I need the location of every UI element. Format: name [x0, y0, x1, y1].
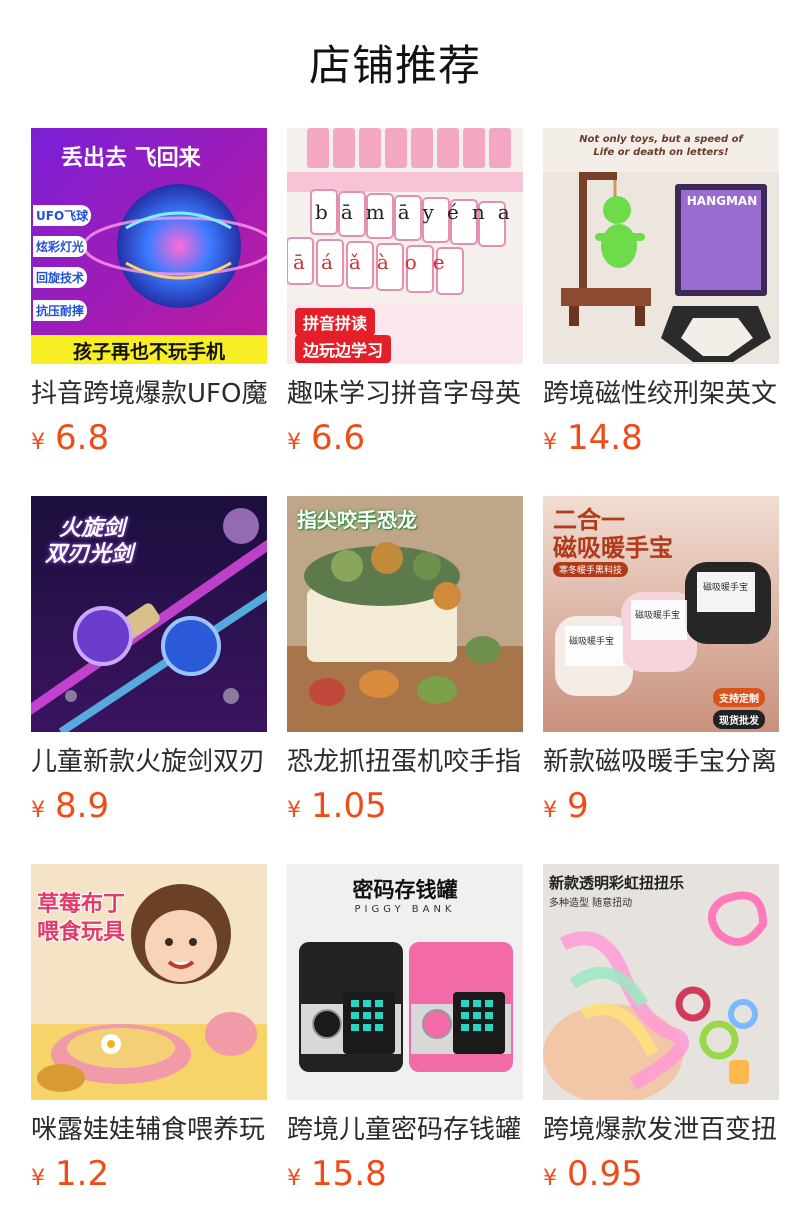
feature-tag: 回旋技术: [33, 267, 88, 288]
product-price: ¥6.6: [287, 416, 365, 460]
image-tag: 边玩边学习: [295, 335, 392, 363]
image-headline: 新款透明彩虹扭扭乐: [549, 874, 685, 892]
product-image[interactable]: 新款透明彩虹扭扭乐 多种造型 随意扭动: [543, 864, 779, 1100]
price-value: 6.6: [311, 418, 366, 458]
tile-letter: ǎ: [348, 250, 377, 274]
page-title: 店铺推荐: [308, 41, 481, 90]
product-card[interactable]: 火旋剑 双刃光剑 儿童新款火旋剑双刃 ¥8.9: [31, 496, 267, 864]
pinyin-tile-letters: āáǎàoe: [293, 250, 513, 274]
image-subtitle: 多种造型 随意扭动: [549, 898, 633, 909]
tile-letter: o: [404, 250, 433, 274]
tile-letter: ai: [497, 200, 523, 224]
feature-tag: 抗压耐摔: [33, 300, 88, 321]
tile-letter: ā: [293, 250, 321, 274]
shop-recommendation-page: 店铺推荐 丢出去 飞回来 UFO飞球 炫彩灯光 回旋技术 抗压耐摔 孩子再也不玩…: [0, 0, 790, 1232]
tile-letter: n: [471, 200, 498, 224]
image-headline: 磁吸暖手宝: [553, 534, 673, 562]
product-name[interactable]: 跨境儿童密码存钱罐: [287, 1110, 523, 1150]
product-price: ¥6.8: [31, 416, 109, 460]
tile-letter: é: [446, 200, 472, 224]
product-name[interactable]: 新款磁吸暖手宝分离: [543, 742, 779, 782]
tile-letter: b: [315, 200, 341, 224]
product-card[interactable]: 新款透明彩虹扭扭乐 多种造型 随意扭动 跨境爆款发泄百变扭 ¥0.95: [543, 864, 779, 1232]
currency-symbol: ¥: [287, 430, 301, 455]
currency-symbol: ¥: [287, 1166, 301, 1191]
image-headline: 密码存钱罐: [352, 878, 458, 902]
product-name[interactable]: 跨境磁性绞刑架英文: [543, 374, 779, 414]
product-card[interactable]: 指尖咬手恐龙 恐龙抓扭蛋机咬手指 ¥1.05: [287, 496, 523, 864]
price-value: 15.8: [311, 1154, 387, 1194]
product-image[interactable]: 草莓布丁 喂食玩具: [31, 864, 267, 1100]
product-price: ¥1.2: [31, 1152, 109, 1196]
product-card[interactable]: 密码存钱罐 PIGGY BANK 跨境儿童密码存钱罐 ¥15.8: [287, 864, 523, 1232]
product-price: ¥8.9: [31, 784, 109, 828]
image-headline: 喂食玩具: [37, 920, 126, 945]
product-price: ¥1.05: [287, 784, 387, 828]
card-label: 磁吸暖手宝: [703, 583, 749, 593]
product-grid: 丢出去 飞回来 UFO飞球 炫彩灯光 回旋技术 抗压耐摔 孩子再也不玩手机 抖音…: [31, 128, 790, 1232]
currency-symbol: ¥: [31, 798, 45, 823]
price-value: 6.8: [55, 418, 110, 458]
currency-symbol: ¥: [543, 798, 557, 823]
image-badge: 支持定制: [713, 688, 765, 707]
feature-tag: UFO飞球: [33, 205, 92, 226]
image-badge: 现货批发: [713, 710, 765, 729]
price-value: 1.05: [311, 786, 387, 826]
currency-symbol: ¥: [543, 1166, 557, 1191]
tile-letter: m: [365, 200, 398, 224]
tile-letter: à: [376, 250, 405, 274]
product-image[interactable]: 密码存钱罐 PIGGY BANK: [287, 864, 523, 1100]
image-headline: 丢出去 飞回来: [61, 146, 201, 171]
product-card[interactable]: 二合一 磁吸暖手宝 寒冬暖手黑科技 磁吸暖手宝 磁吸暖手宝 磁吸暖手宝 支持定制…: [543, 496, 779, 864]
image-subtitle: 寒冬暖手黑科技: [553, 562, 629, 577]
box-title: HANGMAN: [686, 194, 758, 208]
product-name[interactable]: 抖音跨境爆款UFO魔: [31, 374, 267, 414]
tile-letter: e: [432, 250, 461, 274]
feature-tag: 炫彩灯光: [33, 236, 88, 257]
image-headline: Life or death on letters!: [593, 147, 729, 158]
product-image[interactable]: 丢出去 飞回来 UFO飞球 炫彩灯光 回旋技术 抗压耐摔 孩子再也不玩手机: [31, 128, 267, 364]
product-card[interactable]: 草莓布丁 喂食玩具 咪露娃娃辅食喂养玩 ¥1.2: [31, 864, 267, 1232]
product-name[interactable]: 趣味学习拼音字母英: [287, 374, 523, 414]
tile-letter: á: [320, 250, 349, 274]
currency-symbol: ¥: [31, 430, 45, 455]
product-card[interactable]: 丢出去 飞回来 UFO飞球 炫彩灯光 回旋技术 抗压耐摔 孩子再也不玩手机 抖音…: [31, 128, 267, 496]
price-value: 0.95: [567, 1154, 643, 1194]
product-image[interactable]: bāmāyénai āáǎàoe 拼音拼读 边玩边学习: [287, 128, 523, 364]
product-name[interactable]: 跨境爆款发泄百变扭: [543, 1110, 779, 1150]
card-label: 磁吸暖手宝: [569, 637, 615, 647]
price-value: 14.8: [567, 418, 643, 458]
image-headline: 双刃光剑: [45, 542, 134, 567]
product-price: ¥0.95: [543, 1152, 643, 1196]
image-headline: Not only toys, but a speed of: [579, 134, 743, 145]
product-price: ¥14.8: [543, 416, 643, 460]
tile-letter: ā: [340, 200, 366, 224]
card-label: 磁吸暖手宝: [635, 611, 681, 621]
product-image[interactable]: Not only toys, but a speed of Life or de…: [543, 128, 779, 364]
product-name[interactable]: 儿童新款火旋剑双刃: [31, 742, 267, 782]
product-card[interactable]: bāmāyénai āáǎàoe 拼音拼读 边玩边学习 趣味学习拼音字母英 ¥6…: [287, 128, 523, 496]
price-value: 1.2: [55, 1154, 110, 1194]
currency-symbol: ¥: [287, 798, 301, 823]
product-name[interactable]: 恐龙抓扭蛋机咬手指: [287, 742, 523, 782]
tile-letter: ā: [397, 200, 423, 224]
product-price: ¥15.8: [287, 1152, 387, 1196]
image-headline: 指尖咬手恐龙: [297, 508, 417, 532]
currency-symbol: ¥: [543, 430, 557, 455]
image-subtitle: PIGGY BANK: [354, 904, 456, 915]
currency-symbol: ¥: [31, 1166, 45, 1191]
product-image[interactable]: 火旋剑 双刃光剑: [31, 496, 267, 732]
product-card[interactable]: Not only toys, but a speed of Life or de…: [543, 128, 779, 496]
price-value: 9: [567, 786, 589, 826]
image-tag: 拼音拼读: [295, 308, 376, 336]
hangman-toy-image: [543, 128, 779, 364]
product-name[interactable]: 咪露娃娃辅食喂养玩: [31, 1110, 267, 1150]
product-image[interactable]: 指尖咬手恐龙: [287, 496, 523, 732]
image-banner: 孩子再也不玩手机: [72, 341, 225, 363]
product-image[interactable]: 二合一 磁吸暖手宝 寒冬暖手黑科技 磁吸暖手宝 磁吸暖手宝 磁吸暖手宝 支持定制…: [543, 496, 779, 732]
price-value: 8.9: [55, 786, 110, 826]
pinyin-tile-letters: bāmāyénai: [315, 200, 523, 224]
tile-letter: y: [422, 200, 447, 224]
product-price: ¥9: [543, 784, 589, 828]
